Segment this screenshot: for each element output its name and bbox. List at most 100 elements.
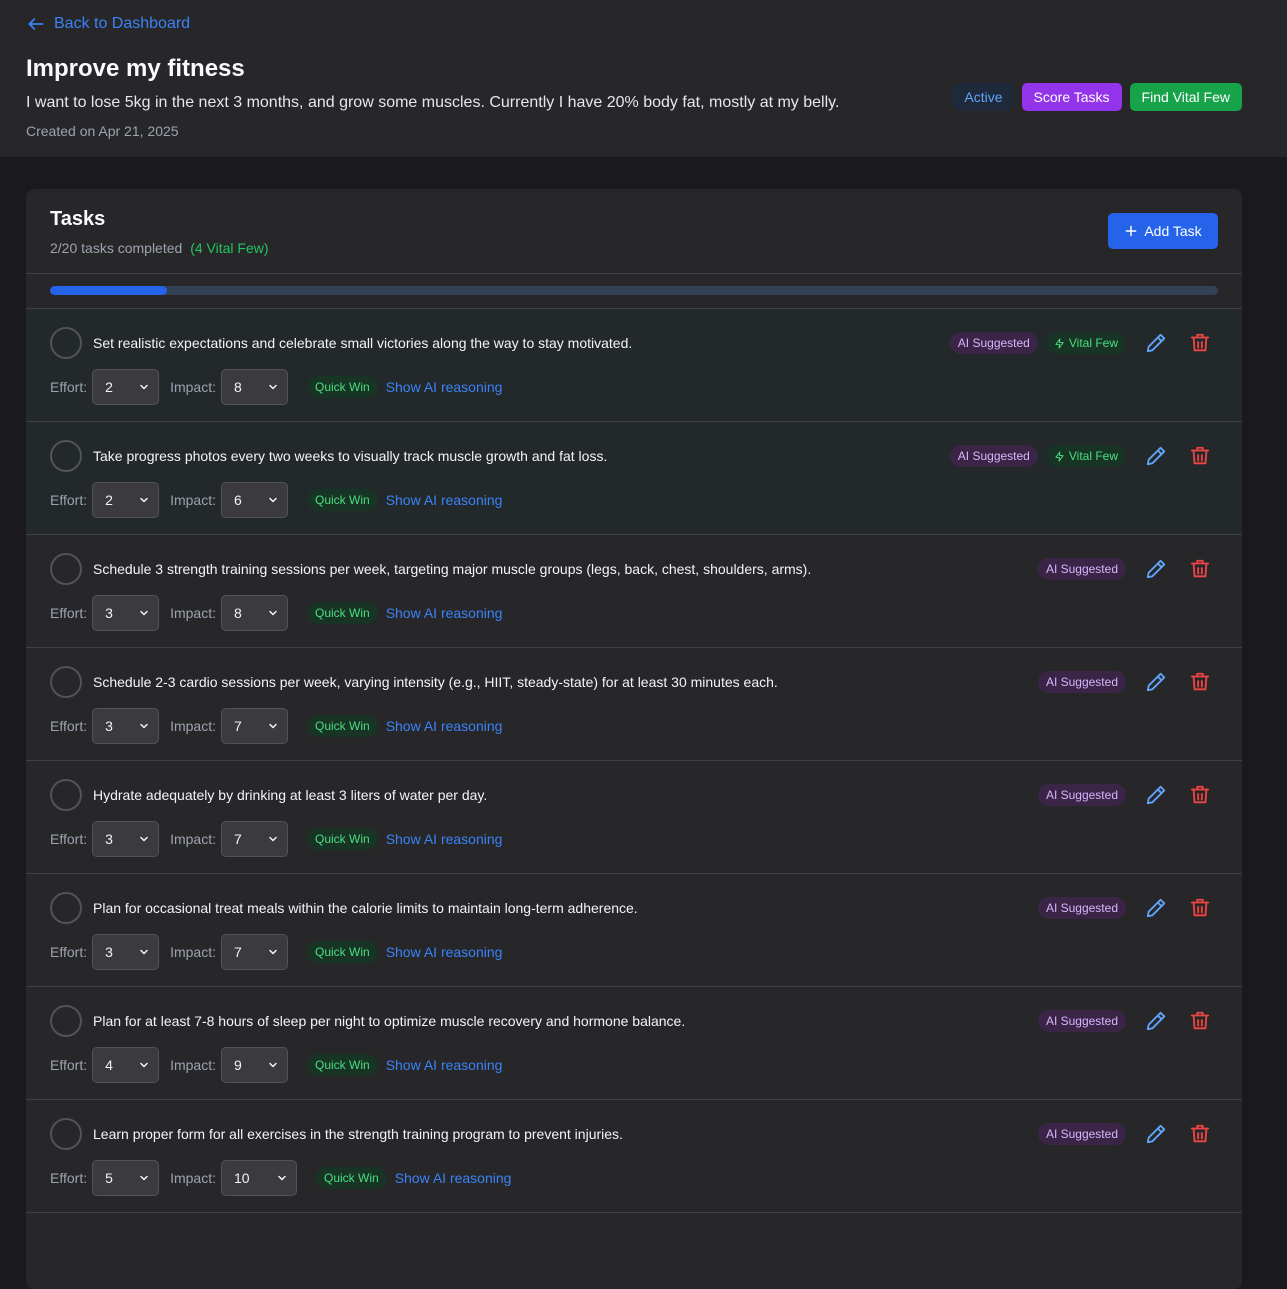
task-checkbox[interactable] (50, 666, 82, 698)
impact-select[interactable]: 6 (221, 482, 288, 518)
pencil-icon[interactable] (1145, 671, 1167, 693)
show-ai-reasoning-link[interactable]: Show AI reasoning (386, 831, 503, 847)
effort-value: 2 (105, 492, 113, 508)
tasks-panel-header: Tasks 2/20 tasks completed (4 Vital Few)… (26, 189, 1242, 274)
task-controls: Effort: 3 Impact: 7 Quick Win Show AI re… (50, 821, 502, 857)
effort-value: 4 (105, 1057, 113, 1073)
task-row: Plan for at least 7-8 hours of sleep per… (26, 987, 1242, 1100)
trash-icon[interactable] (1189, 671, 1211, 693)
effort-select[interactable]: 2 (92, 369, 160, 405)
impact-label: Impact: (170, 492, 216, 508)
impact-value: 10 (234, 1170, 250, 1186)
task-checkbox[interactable] (50, 1118, 82, 1150)
progress-fill (50, 286, 167, 295)
chevron-down-icon (278, 1175, 286, 1181)
impact-label: Impact: (170, 379, 216, 395)
impact-select[interactable]: 7 (221, 821, 288, 857)
impact-select[interactable]: 7 (221, 708, 288, 744)
ai-suggested-badge: AI Suggested (1037, 671, 1126, 693)
show-ai-reasoning-link[interactable]: Show AI reasoning (386, 944, 503, 960)
trash-icon[interactable] (1189, 445, 1211, 467)
effort-value: 3 (105, 831, 113, 847)
lightning-icon (1055, 337, 1064, 349)
ai-suggested-badge: AI Suggested (1037, 558, 1126, 580)
effort-label: Effort: (50, 605, 88, 621)
add-task-button[interactable]: Add Task (1108, 213, 1218, 249)
trash-icon[interactable] (1189, 332, 1211, 354)
trash-icon[interactable] (1189, 558, 1211, 580)
show-ai-reasoning-link[interactable]: Show AI reasoning (386, 492, 503, 508)
pencil-icon[interactable] (1145, 1010, 1167, 1032)
impact-select[interactable]: 8 (221, 369, 288, 405)
back-to-dashboard-link[interactable]: Back to Dashboard (26, 14, 190, 34)
task-checkbox[interactable] (50, 440, 82, 472)
task-row: Set realistic expectations and celebrate… (26, 309, 1242, 422)
effort-label: Effort: (50, 379, 88, 395)
task-controls: Effort: 3 Impact: 8 Quick Win Show AI re… (50, 595, 502, 631)
chevron-down-icon (269, 949, 277, 955)
ai-suggested-badge: AI Suggested (1037, 1123, 1126, 1145)
task-row: Take progress photos every two weeks to … (26, 422, 1242, 535)
quick-win-badge: Quick Win (307, 941, 378, 963)
lightning-icon (1055, 450, 1064, 462)
task-checkbox[interactable] (50, 779, 82, 811)
chevron-down-icon (140, 610, 148, 616)
task-checkbox[interactable] (50, 1005, 82, 1037)
back-link-label: Back to Dashboard (54, 15, 191, 32)
trash-icon[interactable] (1189, 1010, 1211, 1032)
trash-icon[interactable] (1189, 784, 1211, 806)
effort-label: Effort: (50, 718, 88, 734)
task-text: Plan for at least 7-8 hours of sleep per… (93, 1013, 686, 1029)
impact-label: Impact: (170, 718, 216, 734)
effort-select[interactable]: 3 (92, 934, 160, 970)
arrow-left-icon (28, 18, 44, 30)
task-list: Set realistic expectations and celebrate… (26, 309, 1242, 1213)
progress-section (26, 274, 1242, 309)
chevron-down-icon (140, 949, 148, 955)
impact-select[interactable]: 10 (221, 1160, 297, 1196)
pencil-icon[interactable] (1145, 784, 1167, 806)
vital-few-count: (4 Vital Few) (190, 240, 269, 256)
chevron-down-icon (269, 610, 277, 616)
status-badge: Active (953, 83, 1014, 111)
find-vital-few-button[interactable]: Find Vital Few (1129, 83, 1242, 111)
quick-win-badge: Quick Win (307, 489, 378, 511)
impact-select[interactable]: 8 (221, 595, 288, 631)
effort-select[interactable]: 2 (92, 482, 160, 518)
trash-icon[interactable] (1189, 1123, 1211, 1145)
task-checkbox[interactable] (50, 892, 82, 924)
effort-select[interactable]: 5 (92, 1160, 160, 1196)
impact-value: 7 (234, 718, 242, 734)
show-ai-reasoning-link[interactable]: Show AI reasoning (386, 718, 503, 734)
trash-icon[interactable] (1189, 897, 1211, 919)
effort-select[interactable]: 3 (92, 821, 160, 857)
plus-icon (1125, 225, 1137, 237)
ai-suggested-badge: AI Suggested (1037, 897, 1126, 919)
pencil-icon[interactable] (1145, 897, 1167, 919)
task-checkbox[interactable] (50, 553, 82, 585)
task-badges: AI Suggested (1037, 1010, 1126, 1032)
impact-select[interactable]: 7 (221, 934, 288, 970)
show-ai-reasoning-link[interactable]: Show AI reasoning (386, 605, 503, 621)
effort-select[interactable]: 3 (92, 595, 160, 631)
effort-select[interactable]: 3 (92, 708, 160, 744)
page-title: Improve my fitness (26, 55, 245, 82)
pencil-icon[interactable] (1145, 558, 1167, 580)
pencil-icon[interactable] (1145, 1123, 1167, 1145)
task-text: Plan for occasional treat meals within t… (93, 900, 638, 916)
effort-select[interactable]: 4 (92, 1047, 160, 1083)
pencil-icon[interactable] (1145, 445, 1167, 467)
task-checkbox[interactable] (50, 327, 82, 359)
show-ai-reasoning-link[interactable]: Show AI reasoning (395, 1170, 512, 1186)
impact-label: Impact: (170, 944, 216, 960)
vital-few-label: Vital Few (1068, 449, 1118, 463)
task-row: Schedule 3 strength training sessions pe… (26, 535, 1242, 648)
show-ai-reasoning-link[interactable]: Show AI reasoning (386, 1057, 503, 1073)
task-controls: Effort: 5 Impact: 10 Quick Win Show AI r… (50, 1160, 511, 1196)
pencil-icon[interactable] (1145, 332, 1167, 354)
show-ai-reasoning-link[interactable]: Show AI reasoning (386, 379, 503, 395)
goal-description: I want to lose 5kg in the next 3 months,… (26, 94, 840, 111)
impact-select[interactable]: 9 (221, 1047, 288, 1083)
score-tasks-button[interactable]: Score Tasks (1021, 83, 1122, 111)
vital-few-badge: Vital Few (1045, 332, 1126, 354)
